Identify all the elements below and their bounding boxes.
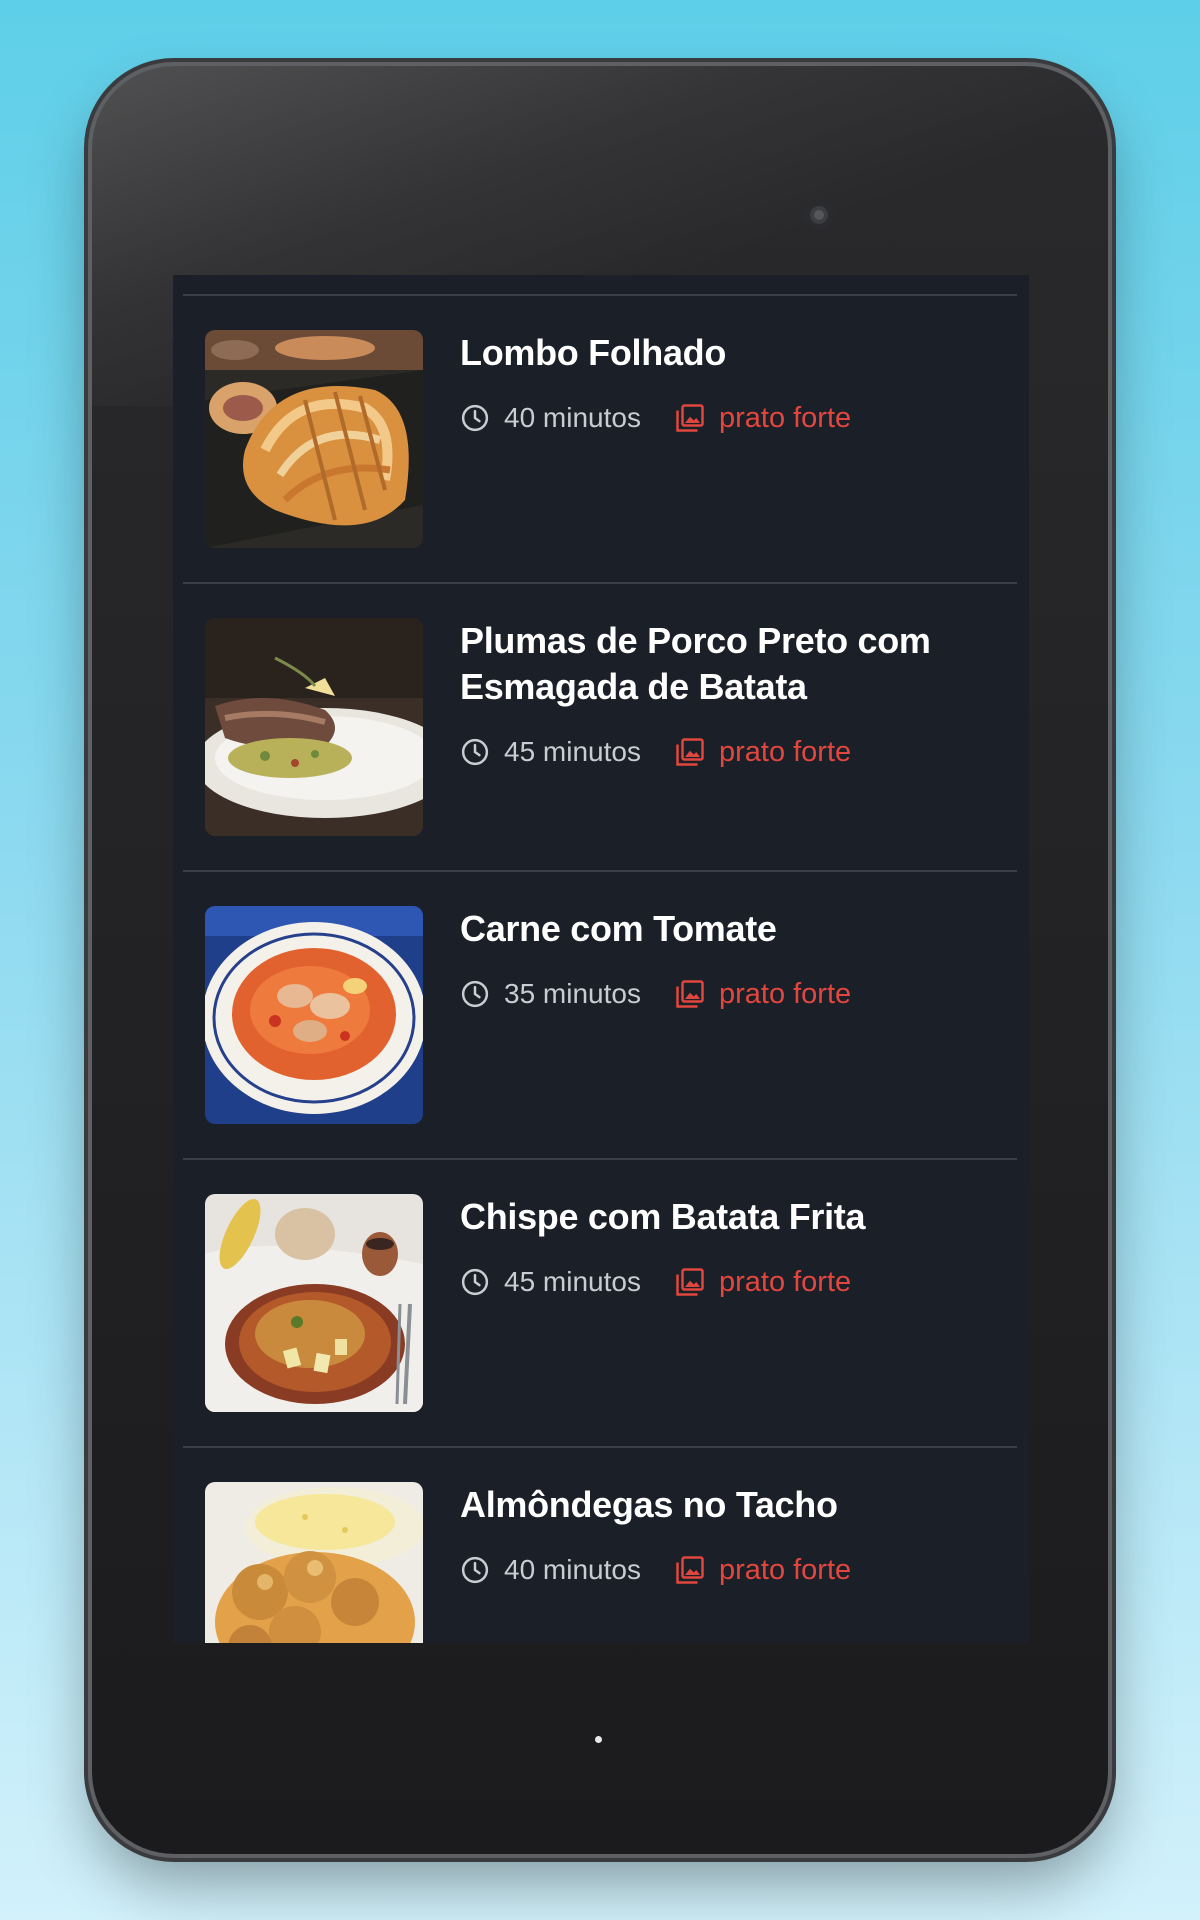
recipe-title: Chispe com Batata Frita xyxy=(460,1196,866,1237)
recipe-photo-image xyxy=(205,1482,423,1643)
recipe-card-chispe-com-batata-frita[interactable]: Chispe com Batata Frita 45 minutos prato… xyxy=(183,1160,1017,1448)
app-screen: Lombo Folhado 40 minutos prato forte Plu… xyxy=(173,275,1029,1643)
recipe-card-lombo-folhado[interactable]: Lombo Folhado 40 minutos prato forte xyxy=(183,296,1017,584)
home-indicator[interactable] xyxy=(595,1736,602,1743)
recipe-meta: 45 minutos prato forte xyxy=(460,1262,851,1302)
clock-icon xyxy=(461,980,489,1008)
clock-icon xyxy=(461,404,489,432)
clock-icon xyxy=(461,1268,489,1296)
recipe-meta: 40 minutos prato forte xyxy=(460,1550,851,1590)
recipe-thumbnail[interactable] xyxy=(205,330,423,548)
recipe-category[interactable]: prato forte xyxy=(719,1266,851,1299)
recipe-meta: 40 minutos prato forte xyxy=(460,398,851,438)
recipe-time: 35 minutos xyxy=(504,978,641,1009)
recipe-category[interactable]: prato forte xyxy=(719,1554,851,1587)
recipe-photo-image xyxy=(205,906,423,1124)
recipe-category[interactable]: prato forte xyxy=(719,736,851,769)
recipe-title: Almôndegas no Tacho xyxy=(460,1484,838,1525)
recipe-time: 45 minutos xyxy=(504,1266,641,1297)
clock-icon xyxy=(461,1556,489,1584)
recipe-category[interactable]: prato forte xyxy=(719,402,851,435)
recipe-photo-image xyxy=(205,618,423,836)
image-gallery-icon xyxy=(676,980,704,1008)
recipe-category[interactable]: prato forte xyxy=(719,978,851,1011)
recipe-photo-image xyxy=(205,330,423,548)
recipe-meta: 45 minutos prato forte xyxy=(460,732,851,772)
recipe-photo-image xyxy=(205,1194,423,1412)
recipe-thumbnail[interactable] xyxy=(205,618,423,836)
image-gallery-icon xyxy=(676,404,704,432)
recipe-card-plumas-de-porco-preto[interactable]: Plumas de Porco Preto com Esmagada de Ba… xyxy=(183,584,1017,872)
recipe-title: Lombo Folhado xyxy=(460,332,727,373)
recipe-time: 40 minutos xyxy=(504,402,641,433)
recipe-thumbnail[interactable] xyxy=(205,1194,423,1412)
recipe-card-almondegas-no-tacho[interactable]: Almôndegas no Tacho 40 minutos prato for… xyxy=(183,1448,1017,1643)
image-gallery-icon xyxy=(676,1556,704,1584)
recipe-time: 45 minutos xyxy=(504,736,641,767)
recipe-meta: 35 minutos prato forte xyxy=(460,974,851,1014)
recipe-time: 40 minutos xyxy=(504,1554,641,1585)
image-gallery-icon xyxy=(676,738,704,766)
front-camera xyxy=(805,201,833,229)
recipe-card-carne-com-tomate[interactable]: Carne com Tomate 35 minutos prato forte xyxy=(183,872,1017,1160)
tablet-device-frame: Lombo Folhado 40 minutos prato forte Plu… xyxy=(92,66,1108,1854)
recipe-thumbnail[interactable] xyxy=(205,1482,423,1643)
clock-icon xyxy=(461,738,489,766)
recipe-title: Carne com Tomate xyxy=(460,908,777,949)
recipe-list: Lombo Folhado 40 minutos prato forte Plu… xyxy=(183,275,1017,1643)
image-gallery-icon xyxy=(676,1268,704,1296)
recipe-thumbnail[interactable] xyxy=(205,906,423,1124)
recipe-title: Plumas de Porco Preto com Esmagada de Ba… xyxy=(460,620,931,707)
